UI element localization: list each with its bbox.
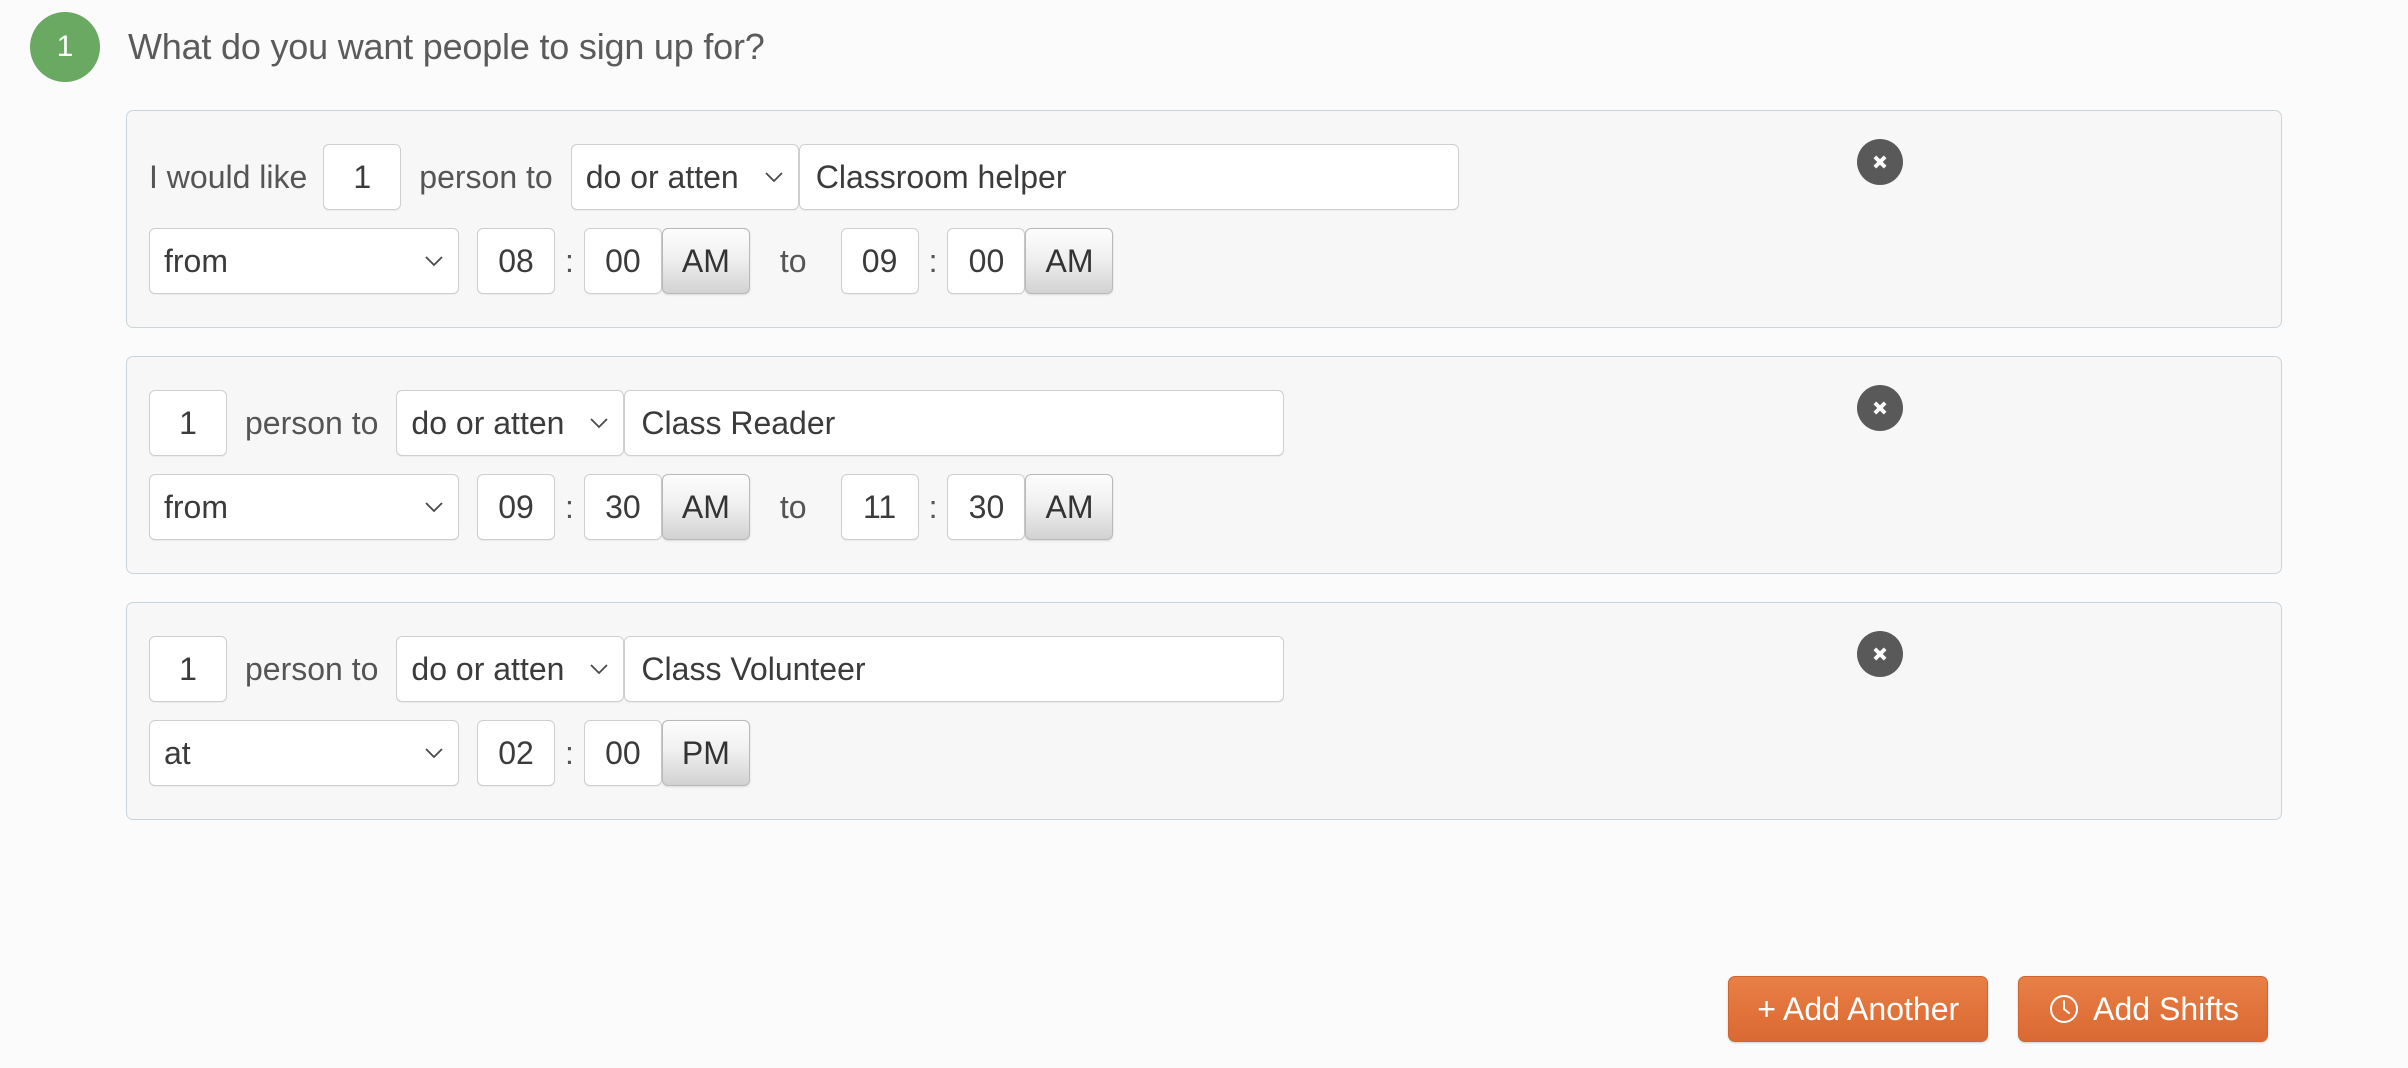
slot-panel: 1 person to do or atten Class Reader fro… xyxy=(126,356,2282,574)
lead-in-label: I would like xyxy=(149,158,308,195)
page-title: What do you want people to sign up for? xyxy=(128,26,765,67)
person-to-label: person to xyxy=(245,650,379,687)
add-another-button[interactable]: + Add Another xyxy=(1728,976,1989,1042)
time-colon: : xyxy=(565,242,574,279)
activity-name-input[interactable]: Class Volunteer xyxy=(624,636,1285,702)
chevron-down-icon xyxy=(424,747,444,759)
slot-time-row: from 08 : 00 AM to 09 : 00 AM xyxy=(127,219,2281,303)
close-circle-icon[interactable] xyxy=(1857,139,1903,185)
close-circle-icon[interactable] xyxy=(1857,385,1903,431)
to-label: to xyxy=(779,488,807,525)
chevron-down-icon xyxy=(424,255,444,267)
slot-description-row: I would like 1 person to do or atten Cla… xyxy=(127,135,2281,219)
add-shifts-button[interactable]: Add Shifts xyxy=(2018,976,2268,1042)
end-period-toggle[interactable]: AM xyxy=(1025,474,1114,540)
step-number-text: 1 xyxy=(56,30,74,63)
time-colon: : xyxy=(565,488,574,525)
start-minute-input[interactable]: 30 xyxy=(583,474,662,540)
time-mode-value: at xyxy=(164,734,191,771)
start-hour-input[interactable]: 02 xyxy=(477,720,555,786)
clock-icon xyxy=(2047,992,2081,1026)
chevron-down-icon xyxy=(589,663,609,675)
start-period-toggle[interactable]: PM xyxy=(661,720,750,786)
end-minute-input[interactable]: 30 xyxy=(947,474,1026,540)
activity-type-value: do or atten xyxy=(411,650,565,687)
question-header: 1 What do you want people to sign up for… xyxy=(0,0,2408,82)
time-mode-select[interactable]: from xyxy=(149,474,459,540)
time-colon: : xyxy=(928,488,938,525)
time-colon: : xyxy=(565,734,574,771)
start-hour-input[interactable]: 09 xyxy=(477,474,555,540)
end-hour-input[interactable]: 09 xyxy=(840,228,919,294)
quantity-input[interactable]: 1 xyxy=(149,636,227,702)
add-shifts-label: Add Shifts xyxy=(2093,990,2239,1027)
slot-list: I would like 1 person to do or atten Cla… xyxy=(126,110,2282,820)
add-another-label: + Add Another xyxy=(1757,990,1960,1027)
chevron-down-icon xyxy=(764,171,784,183)
activity-type-select[interactable]: do or atten xyxy=(396,636,625,702)
slot-panel: I would like 1 person to do or atten Cla… xyxy=(126,110,2282,328)
step-number-badge: 1 xyxy=(30,12,100,82)
start-minute-input[interactable]: 00 xyxy=(583,228,662,294)
footer-actions: + Add Another Add Shifts xyxy=(1728,976,2268,1042)
activity-type-select[interactable]: do or atten xyxy=(396,390,625,456)
slot-panel: 1 person to do or atten Class Volunteer … xyxy=(126,602,2282,820)
signup-slot-builder: 1 What do you want people to sign up for… xyxy=(0,0,2408,1068)
quantity-input[interactable]: 1 xyxy=(149,390,227,456)
activity-type-select[interactable]: do or atten xyxy=(570,144,799,210)
chevron-down-icon xyxy=(589,417,609,429)
slot-time-row: at 02 : 00 PM xyxy=(127,711,2281,795)
start-hour-input[interactable]: 08 xyxy=(477,228,555,294)
close-circle-icon[interactable] xyxy=(1857,631,1903,677)
start-minute-input[interactable]: 00 xyxy=(583,720,662,786)
start-period-toggle[interactable]: AM xyxy=(661,228,750,294)
person-to-label: person to xyxy=(419,158,553,195)
activity-type-value: do or atten xyxy=(585,158,739,195)
activity-name-input[interactable]: Class Reader xyxy=(624,390,1285,456)
end-minute-input[interactable]: 00 xyxy=(947,228,1026,294)
time-colon: : xyxy=(928,242,938,279)
activity-name-input[interactable]: Classroom helper xyxy=(798,144,1459,210)
slot-description-row: 1 person to do or atten Class Volunteer xyxy=(127,627,2281,711)
person-to-label: person to xyxy=(245,404,379,441)
quantity-input[interactable]: 1 xyxy=(323,144,402,210)
time-mode-select[interactable]: at xyxy=(149,720,459,786)
end-hour-input[interactable]: 11 xyxy=(840,474,919,540)
time-mode-value: from xyxy=(164,488,228,525)
start-period-toggle[interactable]: AM xyxy=(661,474,750,540)
time-mode-value: from xyxy=(164,242,228,279)
slot-description-row: 1 person to do or atten Class Reader xyxy=(127,381,2281,465)
chevron-down-icon xyxy=(424,501,444,513)
end-period-toggle[interactable]: AM xyxy=(1025,228,1114,294)
slot-time-row: from 09 : 30 AM to 11 : 30 AM xyxy=(127,465,2281,549)
time-mode-select[interactable]: from xyxy=(149,228,459,294)
to-label: to xyxy=(779,242,807,279)
activity-type-value: do or atten xyxy=(411,404,565,441)
